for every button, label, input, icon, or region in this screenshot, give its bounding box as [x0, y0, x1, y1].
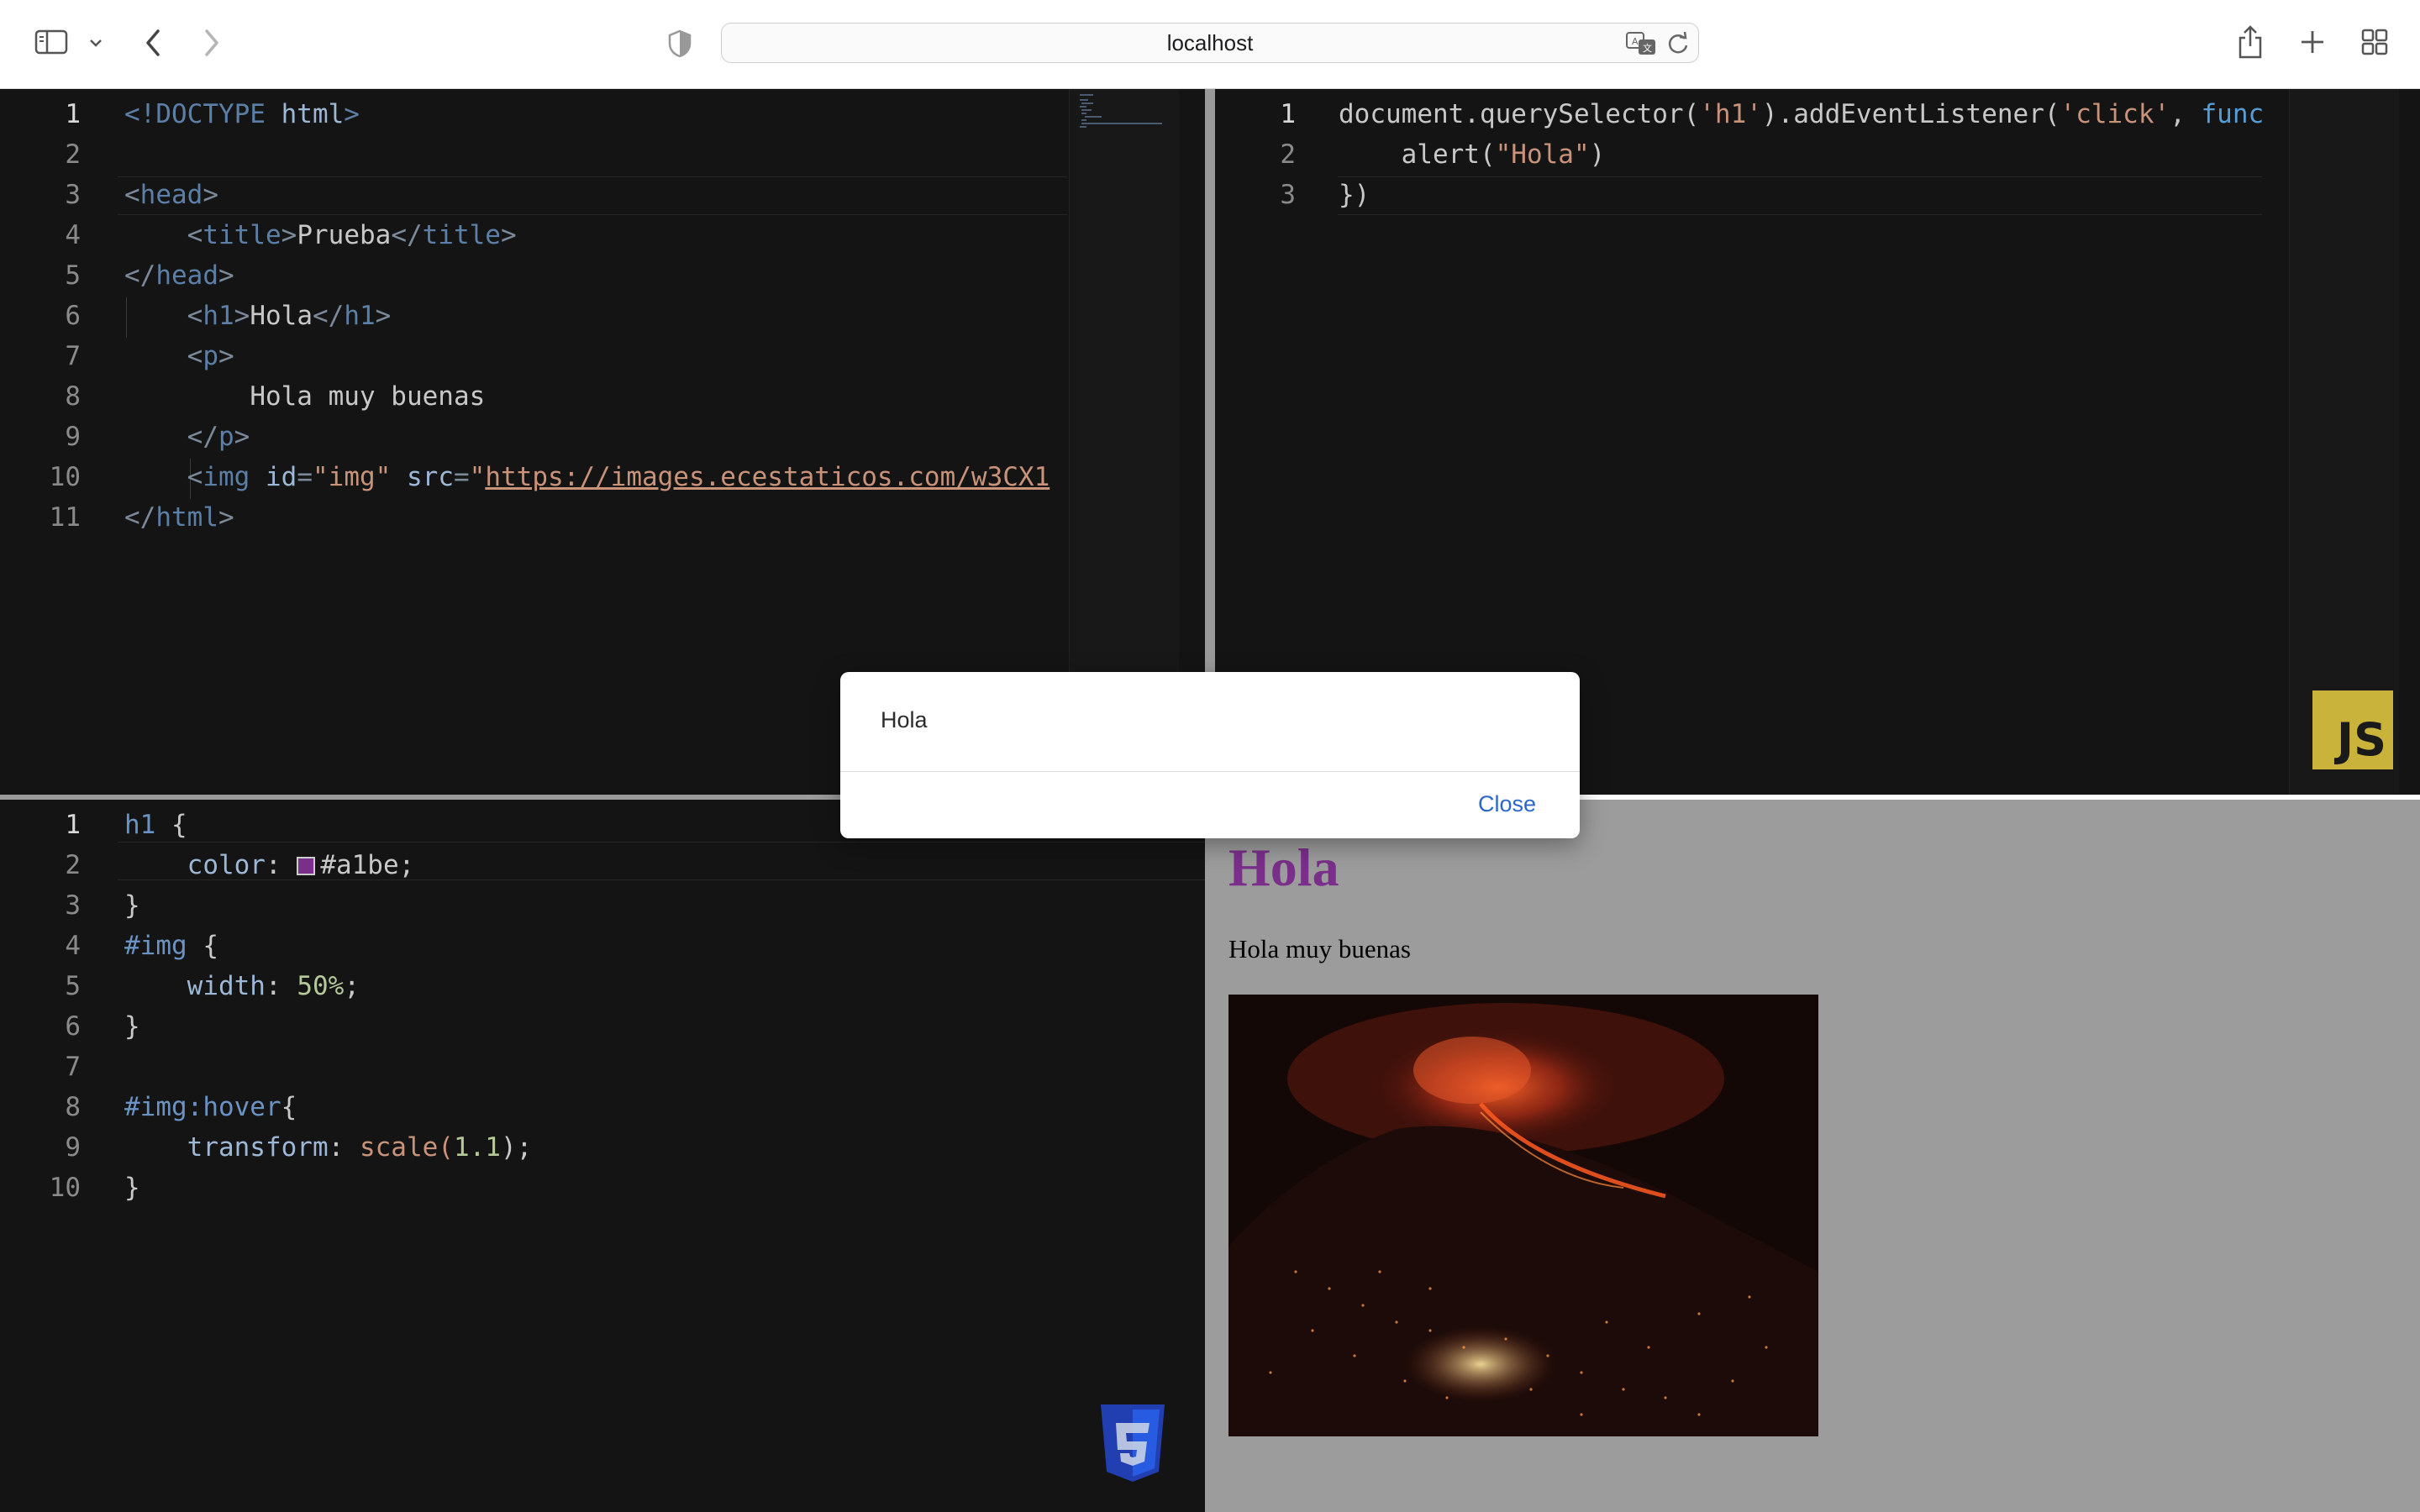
code-line[interactable]: <title>Prueba</title>: [124, 215, 517, 255]
line-number: 6: [65, 1011, 81, 1042]
code-line[interactable]: document.querySelector('h1').addEventLis…: [1339, 94, 2264, 134]
preview-pane: Hola Hola muy buenas: [1205, 800, 2420, 1512]
code-line[interactable]: </p>: [124, 417, 250, 457]
code-line[interactable]: }): [1339, 175, 1370, 215]
close-button[interactable]: Close: [1478, 791, 1536, 817]
code-line[interactable]: width: 50%;: [124, 966, 360, 1006]
tab-overview-icon[interactable]: [2358, 25, 2391, 59]
volcano-eruption-image[interactable]: [1228, 995, 1818, 1436]
code-line[interactable]: }: [124, 1168, 140, 1208]
preview-paragraph: Hola muy buenas: [1228, 934, 1411, 963]
code-line[interactable]: </html>: [124, 497, 234, 538]
line-number: 10: [49, 1173, 81, 1203]
line-number: 8: [65, 1092, 81, 1122]
line-number: 9: [65, 1132, 81, 1163]
code-line[interactable]: transform: scale(1.1);: [124, 1127, 533, 1168]
address-bar[interactable]: localhost A文: [721, 23, 1699, 63]
active-line-highlight: [1338, 176, 2262, 215]
line-number: 3: [65, 180, 81, 210]
minimap[interactable]: [2289, 89, 2399, 795]
code-line[interactable]: <!DOCTYPE html>: [124, 94, 360, 134]
code-line[interactable]: <h1>Hola</h1>: [124, 296, 392, 336]
code-line[interactable]: </head>: [124, 255, 234, 296]
plus-icon[interactable]: [2296, 25, 2329, 59]
line-number: 1: [65, 810, 81, 840]
code-line[interactable]: <p>: [124, 336, 234, 376]
code-line[interactable]: }: [124, 885, 140, 926]
line-number: 10: [49, 462, 81, 492]
chevron-down-icon[interactable]: [84, 32, 108, 54]
privacy-shield-icon[interactable]: [664, 27, 696, 60]
line-number: 5: [65, 260, 81, 291]
dialog-message: Hola: [881, 707, 928, 732]
css-editor[interactable]: 1 2 3 4 5 6 7 8 9 10 h1 { color: #a1be;} #img { wi…: [0, 800, 1205, 1512]
line-number: 11: [49, 502, 81, 533]
svg-text:A: A: [1632, 36, 1639, 47]
code-line[interactable]: <img id="img" src="https://images.ecesta…: [124, 457, 1050, 497]
preview-heading[interactable]: Hola: [1228, 837, 1339, 899]
line-number: 9: [65, 422, 81, 452]
browser-toolbar: localhost A文: [0, 0, 2420, 89]
translate-icon[interactable]: A文: [1624, 29, 1658, 59]
line-number: 2: [1280, 139, 1296, 170]
line-number: 4: [65, 931, 81, 961]
line-number: 7: [65, 1052, 81, 1082]
reload-icon[interactable]: [1665, 30, 1691, 57]
dialog-divider: [840, 771, 1580, 772]
svg-text:文: 文: [1643, 42, 1652, 54]
line-number: 2: [65, 850, 81, 880]
line-number: 3: [65, 890, 81, 921]
forward-arrow-icon[interactable]: [195, 25, 229, 60]
code-line[interactable]: alert("Hola"): [1339, 134, 1606, 175]
code-line[interactable]: h1 {: [124, 805, 187, 845]
line-number: 7: [65, 341, 81, 371]
code-line[interactable]: }: [124, 1006, 140, 1047]
color-swatch[interactable]: [297, 857, 316, 875]
js-logo: JS: [2312, 690, 2393, 769]
active-line-highlight: [118, 176, 1067, 215]
code-line[interactable]: Hola muy buenas: [124, 376, 485, 417]
line-number: 1: [65, 99, 81, 129]
line-number: 1: [1280, 99, 1296, 129]
code-line[interactable]: <head>: [124, 175, 218, 215]
code-line[interactable]: #img:hover{: [124, 1087, 297, 1127]
line-number: 6: [65, 301, 81, 331]
line-number: 2: [65, 139, 81, 170]
css3-shield-icon: [1097, 1403, 1168, 1483]
code-line[interactable]: #img {: [124, 926, 218, 966]
sidebar-icon[interactable]: [30, 25, 72, 59]
alert-dialog: Hola Close: [840, 672, 1580, 838]
share-icon[interactable]: [2233, 22, 2267, 62]
line-number: 8: [65, 381, 81, 412]
line-number: 3: [1280, 180, 1296, 210]
address-text[interactable]: localhost: [722, 24, 1698, 62]
line-number: 5: [65, 971, 81, 1001]
back-arrow-icon[interactable]: [136, 25, 170, 60]
line-number: 4: [65, 220, 81, 250]
code-line[interactable]: color: #a1be;: [124, 845, 415, 885]
